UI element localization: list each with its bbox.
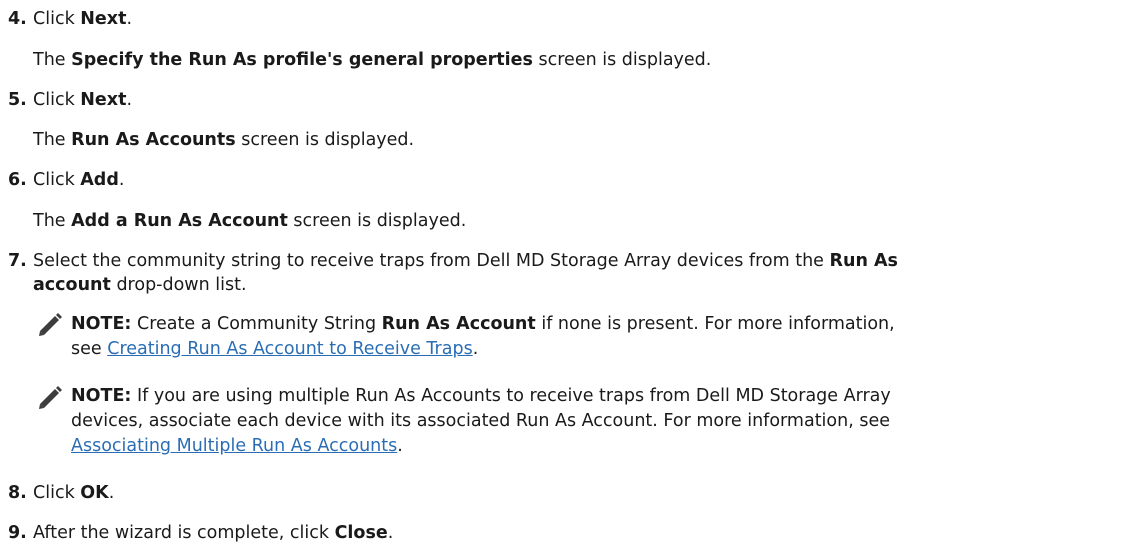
step-4-result: The Specify the Run As profile's general… [33,50,712,70]
creating-run-as-account-link[interactable]: Creating Run As Account to Receive Traps [107,339,472,359]
step-text: After the wizard is complete, click Clos… [33,523,394,543]
step-text: Click Add. [33,170,125,190]
step-6-result: The Add a Run As Account screen is displ… [33,211,467,231]
step-number: 6. [8,170,27,190]
note-1: NOTE: Create a Community String Run As A… [71,314,895,334]
step-text: Click OK. [33,483,115,503]
step-text: Click Next. [33,9,133,29]
step-number: 9. [8,523,27,543]
step-number: 8. [8,483,27,503]
associating-multiple-accounts-link[interactable]: Associating Multiple Run As Accounts [71,436,397,456]
step-number: 5. [8,90,27,110]
note-1-continued: see Creating Run As Account to Receive T… [71,339,479,359]
step-5-result: The Run As Accounts screen is displayed. [33,130,415,150]
note-2-link-line: Associating Multiple Run As Accounts. [71,436,403,456]
step-text: Click Next. [33,90,133,110]
step-7-continued: account drop-down list. [33,275,247,295]
step-number: 4. [8,9,27,29]
pencil-note-icon [39,313,62,336]
step-text: Select the community string to receive t… [33,251,898,271]
document-page: 4. Click Next. The Specify the Run As pr… [0,0,1142,555]
pencil-note-icon [39,386,62,409]
note-2-continued: devices, associate each device with its … [71,411,890,431]
note-2: NOTE: If you are using multiple Run As A… [71,386,891,406]
step-number: 7. [8,251,27,271]
